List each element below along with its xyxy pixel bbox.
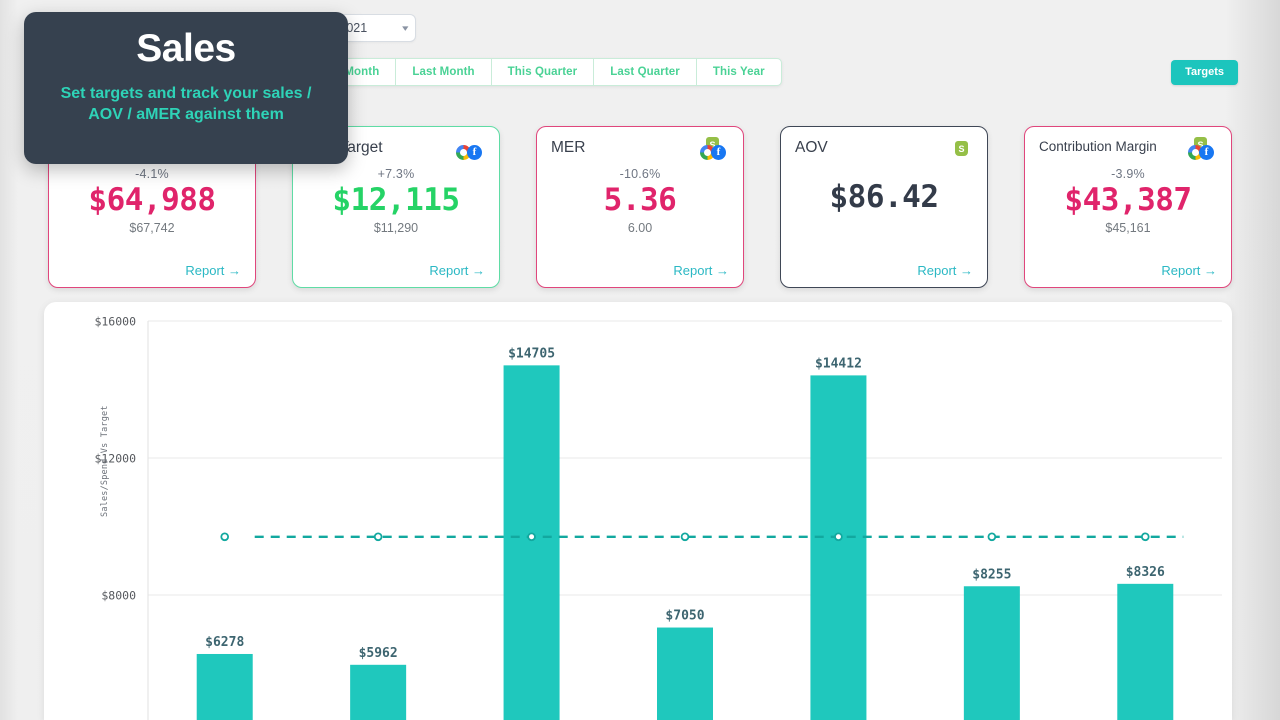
report-link[interactable]: Report → — [429, 263, 485, 278]
chart-bar-value-label: $5962 — [359, 646, 398, 661]
card-value: $86.42 — [795, 181, 973, 214]
chart-bar[interactable] — [350, 665, 406, 720]
card-delta: -10.6% — [551, 167, 729, 181]
card-target-value: $67,742 — [63, 221, 241, 235]
target-line-marker — [1142, 533, 1149, 540]
kpi-card-aov[interactable]: AOV S $86.42 Report → — [780, 126, 988, 288]
kpi-card-mer[interactable]: MER S f -10.6% 5.36 6.00 Report → — [536, 126, 744, 288]
facebook-icon: f — [711, 145, 726, 160]
tab-last-quarter[interactable]: Last Quarter — [594, 59, 697, 85]
card-value: $64,988 — [63, 184, 241, 217]
chart-bar-value-label: $14412 — [815, 356, 862, 371]
tab-this-year[interactable]: This Year — [697, 59, 781, 85]
chart-bar-value-label: $6278 — [205, 635, 244, 650]
sales-dashboard: 16/2021 ▾ This Month Last Month This Qua… — [0, 0, 1280, 720]
card-title: MER — [551, 139, 585, 157]
period-tabs[interactable]: This Month Last Month This Quarter Last … — [300, 58, 782, 86]
chart-canvas[interactable]: $8000$12000$16000$6278$5962$14705$7050$1… — [44, 302, 1232, 720]
card-title: Contribution Margin — [1039, 139, 1157, 154]
shopify-icon: S — [955, 141, 968, 156]
source-icons: S f — [1187, 139, 1217, 161]
target-line-marker — [988, 533, 995, 540]
targets-button[interactable]: Targets — [1171, 60, 1238, 85]
report-link[interactable]: Report → — [185, 263, 241, 278]
chart-bar[interactable] — [1117, 584, 1173, 720]
target-line-marker — [682, 533, 689, 540]
card-delta: -4.1% — [63, 167, 241, 181]
y-axis-tick-label: $16000 — [94, 315, 136, 329]
y-axis-tick-label: $8000 — [101, 589, 136, 603]
card-delta: +7.3% — [307, 167, 485, 181]
source-icons: f — [455, 139, 485, 161]
feature-callout-overlay: Sales Set targets and track your sales /… — [24, 12, 348, 164]
overlay-title: Sales — [42, 28, 330, 71]
target-line-marker — [528, 533, 535, 540]
card-delta: -3.9% — [1039, 167, 1217, 181]
chart-bar-value-label: $8255 — [972, 567, 1011, 582]
card-title: AOV — [795, 139, 828, 157]
tab-last-month[interactable]: Last Month — [396, 59, 491, 85]
source-icons: S f — [699, 139, 729, 161]
target-line-marker — [221, 533, 228, 540]
chart-bar-value-label: $8326 — [1126, 565, 1165, 580]
report-link[interactable]: Report → — [673, 263, 729, 278]
chart-y-axis-title: Sales/Spend Vs Target — [100, 405, 110, 517]
chart-bar[interactable] — [657, 628, 713, 720]
card-target-value: $11,290 — [307, 221, 485, 235]
target-line-marker — [375, 533, 382, 540]
card-header: Contribution Margin S f — [1039, 139, 1217, 165]
card-header: MER S f — [551, 139, 729, 165]
overlay-subtitle: Set targets and track your sales / AOV /… — [42, 83, 330, 126]
chart-bar[interactable] — [197, 654, 253, 720]
tab-this-quarter[interactable]: This Quarter — [492, 59, 595, 85]
card-value: $43,387 — [1039, 184, 1217, 217]
chart-bar[interactable] — [964, 586, 1020, 720]
kpi-card-contribution-margin[interactable]: Contribution Margin S f -3.9% $43,387 $4… — [1024, 126, 1232, 288]
card-target-value: 6.00 — [551, 221, 729, 235]
chart-bar-value-label: $14705 — [508, 346, 555, 361]
source-icons: S — [943, 139, 973, 161]
facebook-icon: f — [467, 145, 482, 160]
card-value: 5.36 — [551, 184, 729, 217]
card-target-value: $45,161 — [1039, 221, 1217, 235]
chart-bar[interactable] — [504, 365, 560, 720]
chart-bar[interactable] — [810, 375, 866, 720]
card-header: AOV S — [795, 139, 973, 165]
report-link[interactable]: Report → — [917, 263, 973, 278]
card-value: $12,115 — [307, 184, 485, 217]
report-link[interactable]: Report → — [1161, 263, 1217, 278]
chart-bar-value-label: $7050 — [665, 609, 704, 624]
sales-vs-target-chart[interactable]: Sales/Spend Vs Target $8000$12000$16000$… — [44, 302, 1232, 720]
facebook-icon: f — [1199, 145, 1214, 160]
target-line-marker — [835, 533, 842, 540]
chevron-down-icon: ▾ — [403, 23, 409, 34]
